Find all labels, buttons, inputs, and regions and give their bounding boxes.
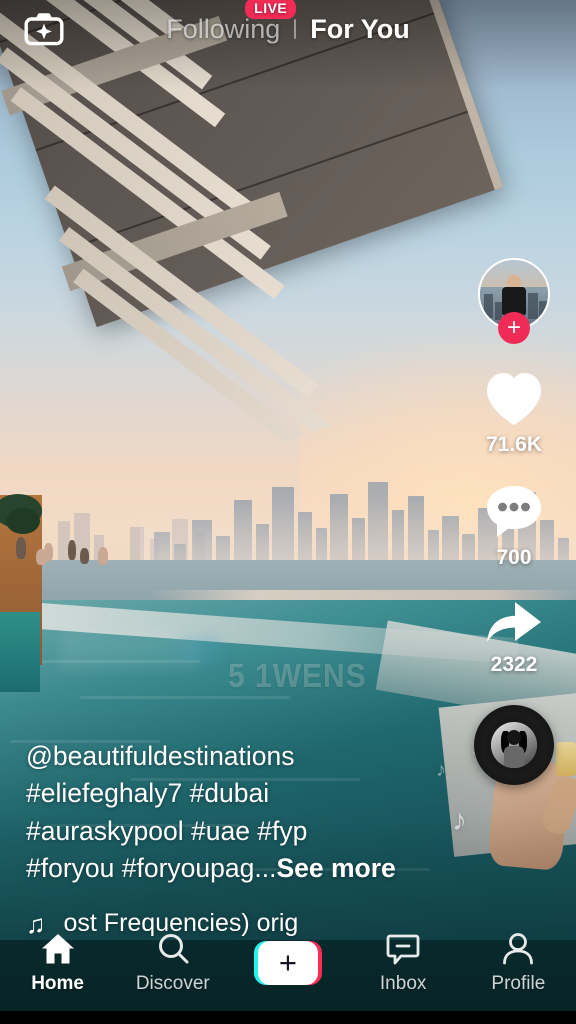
comment-bubble-icon[interactable]	[484, 483, 544, 541]
person-icon	[500, 932, 536, 966]
nav-item-create[interactable]: +	[238, 941, 338, 985]
nav-item-inbox[interactable]: Inbox	[353, 932, 453, 995]
music-cover-art	[491, 722, 537, 768]
blur-artifact	[60, 630, 200, 670]
search-icon	[155, 932, 191, 966]
nav-label-home: Home	[31, 972, 84, 994]
caption-block[interactable]: @beautifuldestinations #eliefeghaly7 #du…	[26, 738, 426, 889]
phone-screen: ♪ ♪ ♫ 5 1WENS	[0, 0, 576, 1024]
share-count: 2322	[490, 653, 538, 676]
caption-truncated-text: #foryou #foryoupag...	[26, 853, 277, 884]
follow-button[interactable]: +	[498, 312, 530, 344]
planter-tiled	[0, 612, 40, 692]
swimmer	[36, 549, 47, 565]
home-indicator-bar	[0, 1011, 576, 1024]
tab-following[interactable]: Following LIVE	[152, 0, 297, 45]
nav-item-home[interactable]: Home	[8, 932, 108, 995]
live-badge[interactable]: LIVE	[245, 0, 297, 19]
see-more-link[interactable]: See more	[276, 853, 395, 883]
create-plus-icon[interactable]: +	[253, 941, 322, 985]
top-navigation-bar: Following LIVE For You	[0, 0, 576, 58]
feed-tabs: Following LIVE For You	[152, 0, 424, 45]
blur-artifact	[180, 636, 220, 662]
palm-foliage	[6, 508, 40, 534]
nav-label-profile: Profile	[491, 972, 546, 994]
share-action[interactable]: 2322	[483, 596, 545, 677]
nav-item-discover[interactable]: Discover	[123, 932, 223, 995]
caption-hashtags-line-2[interactable]: #auraskypool #uae #fyp	[26, 813, 426, 851]
swimmer	[16, 537, 26, 559]
like-action[interactable]: 71.6K	[483, 370, 545, 457]
author-avatar-wrapper[interactable]: +	[478, 258, 550, 344]
camera-sparkle-icon[interactable]	[22, 9, 66, 49]
swimmer	[68, 540, 76, 560]
bottom-navigation-bar: Home Discover + Inbox Profile	[0, 915, 576, 1011]
comment-count: 700	[496, 546, 532, 569]
nav-label-discover: Discover	[135, 972, 210, 994]
home-icon	[40, 932, 76, 966]
action-rail: + 71.6K 700 2322	[466, 258, 562, 785]
heart-icon[interactable]	[483, 370, 545, 428]
caption-author[interactable]: @beautifuldestinations	[26, 738, 426, 776]
swimmer	[98, 547, 108, 565]
swimmer	[80, 548, 89, 564]
create-plus-glyph: +	[278, 944, 298, 980]
music-note-particle: ♪	[436, 759, 446, 781]
like-count: 71.6K	[485, 433, 543, 456]
content-watermark: 5 1WENS	[228, 658, 367, 695]
caption-hashtags-line-3[interactable]: #foryou #foryoupag...See more	[26, 850, 426, 888]
tab-for-you-label: For You	[310, 13, 410, 44]
nav-item-profile[interactable]: Profile	[468, 932, 568, 995]
caption-hashtags-line-1[interactable]: #eliefeghaly7 #dubai	[26, 775, 426, 813]
music-note-particle: ♪	[452, 804, 467, 837]
share-arrow-icon[interactable]	[483, 596, 545, 648]
nav-label-inbox: Inbox	[379, 972, 427, 994]
follow-plus-icon: +	[506, 314, 521, 341]
vinyl-record-icon[interactable]	[474, 705, 554, 785]
tab-for-you[interactable]: For You	[296, 14, 424, 45]
comment-action[interactable]: 700	[484, 483, 544, 570]
inbox-message-icon	[385, 932, 421, 966]
